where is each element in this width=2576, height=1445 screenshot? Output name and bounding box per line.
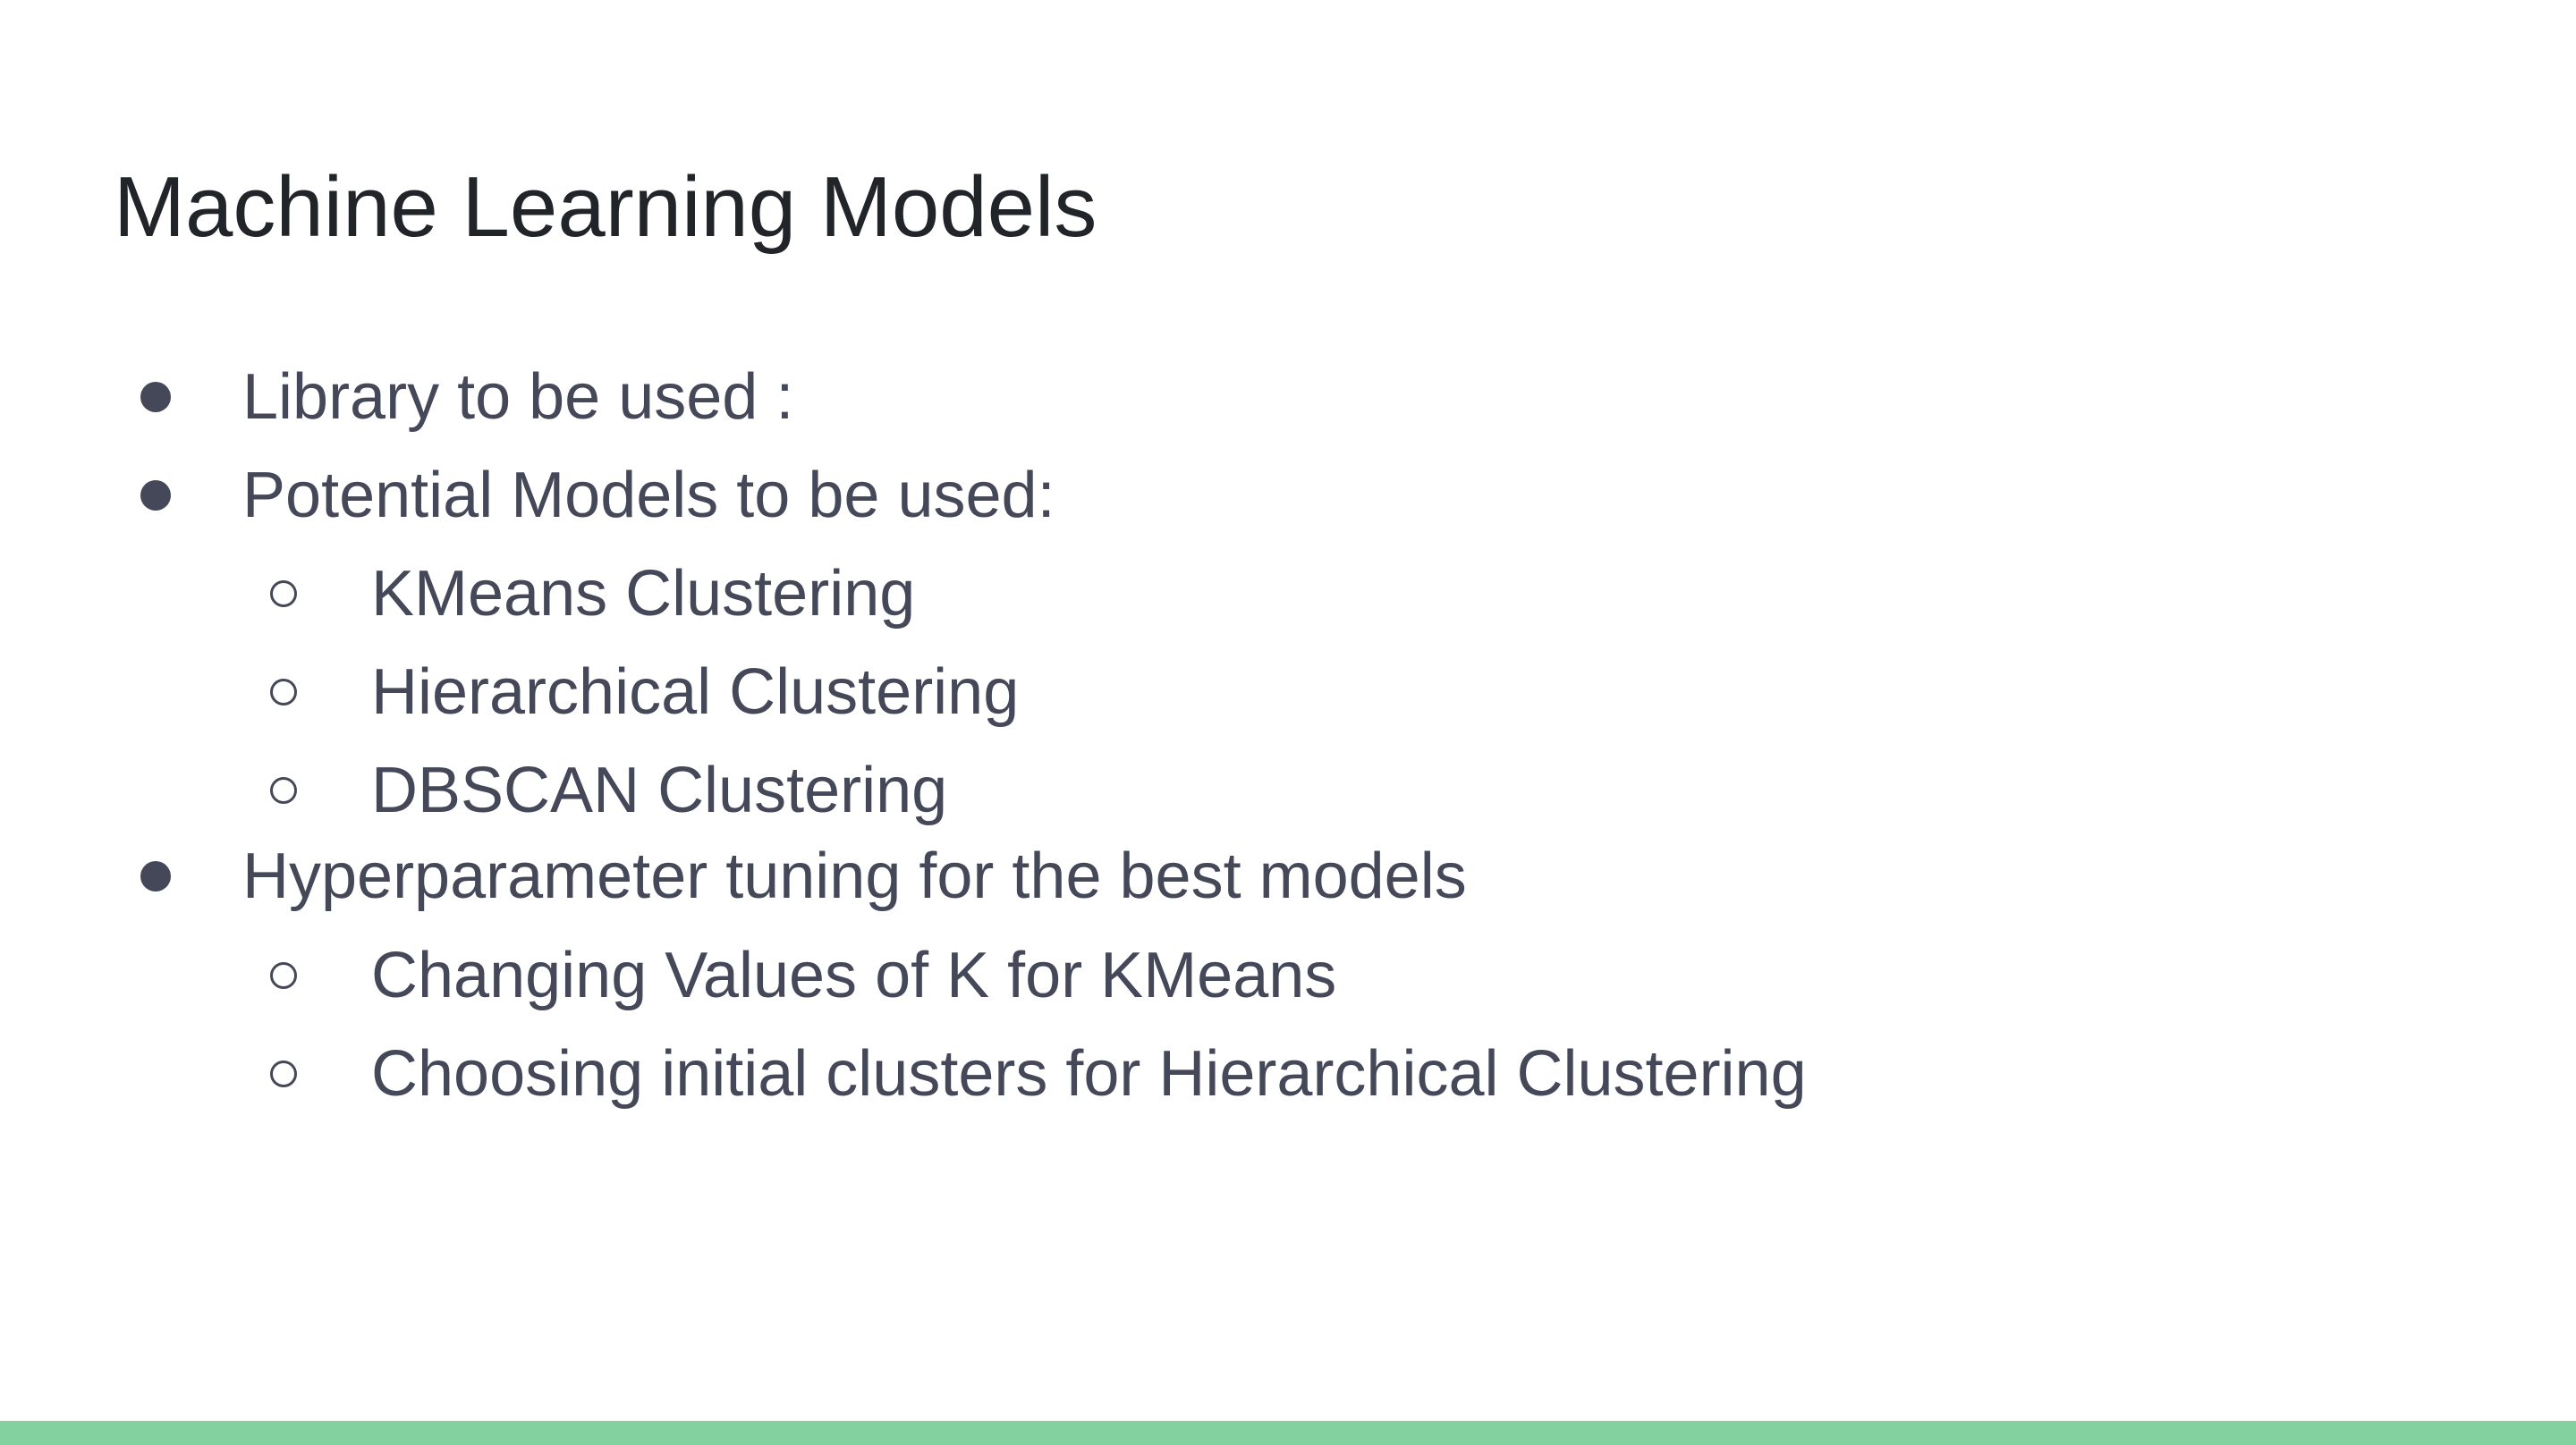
list-item-text: Hierarchical Clustering: [371, 656, 1020, 728]
hollow-bullet-icon: [270, 580, 297, 607]
list-item: Hierarchical Clustering: [0, 647, 2576, 737]
list-item: Hyperparameter tuning for the best model…: [0, 832, 2576, 921]
list-item: Library to be used :: [0, 352, 2576, 442]
list-item: KMeans Clustering: [0, 549, 2576, 638]
filled-bullet-icon: [140, 382, 171, 412]
list-item-text: KMeans Clustering: [371, 558, 916, 630]
list-item-text: Choosing initial clusters for Hierarchic…: [371, 1038, 1807, 1110]
list-item-text: Changing Values of K for KMeans: [371, 940, 1337, 1011]
hollow-bullet-icon: [270, 777, 297, 804]
list-item-text: DBSCAN Clustering: [371, 755, 948, 826]
list-item: Potential Models to be used:: [0, 451, 2576, 540]
hollow-bullet-icon: [270, 679, 297, 706]
list-item: Changing Values of K for KMeans: [0, 931, 2576, 1020]
list-item-text: Hyperparameter tuning for the best model…: [242, 841, 1467, 912]
filled-bullet-icon: [140, 480, 171, 511]
list-item-text: Potential Models to be used:: [242, 460, 1055, 531]
hollow-bullet-icon: [270, 1061, 297, 1087]
filled-bullet-icon: [140, 861, 171, 892]
list-item: DBSCAN Clustering: [0, 746, 2576, 835]
hollow-bullet-icon: [270, 962, 297, 989]
list-item-text: Library to be used :: [242, 361, 794, 433]
list-item: Choosing initial clusters for Hierarchic…: [0, 1029, 2576, 1119]
footer-accent-bar: [0, 1421, 2576, 1445]
slide-title: Machine Learning Models: [114, 159, 1097, 255]
